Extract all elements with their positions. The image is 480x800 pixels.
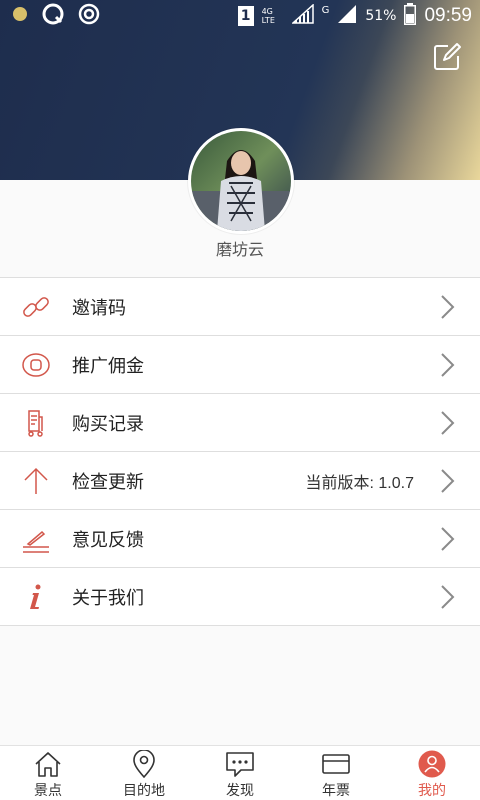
location-icon [133, 750, 155, 778]
chevron-right-icon [441, 295, 455, 319]
nav-tab-annual-pass[interactable]: 年票 [288, 746, 384, 800]
avatar[interactable] [188, 128, 294, 234]
menu-item-label: 邀请码 [72, 297, 126, 319]
feedback-icon [23, 530, 49, 553]
avatar-photo [191, 131, 291, 231]
nav-tab-mine[interactable]: 我的 [384, 746, 480, 800]
menu-item-purchase-history[interactable]: 购买记录 [0, 394, 480, 452]
status-bar: 1 4G LTE G 51% 09:59 [0, 0, 480, 32]
app-version-label: 当前版本: 1.0.7 [305, 474, 414, 492]
clock: 09:59 [424, 5, 472, 26]
user-icon [418, 750, 446, 778]
coin-icon [22, 353, 50, 377]
arrow-up-icon [24, 467, 48, 494]
info-icon [30, 584, 41, 609]
edit-profile-button[interactable] [432, 42, 462, 72]
chevron-right-icon [441, 527, 455, 551]
menu-item-check-update[interactable]: 检查更新 当前版本: 1.0.7 [0, 452, 480, 510]
menu-item-about-us[interactable]: 关于我们 [0, 568, 480, 626]
nav-tab-label: 发现 [226, 783, 254, 799]
nav-tab-label: 我的 [418, 783, 446, 799]
chevron-right-icon [441, 411, 455, 435]
nav-tab-label: 年票 [322, 783, 350, 799]
cart-icon [28, 410, 43, 437]
card-icon [322, 754, 350, 774]
notification-dot-icon [12, 6, 28, 26]
network-type-label: 4G LTE [261, 7, 275, 25]
profile-name: 磨坊云 [215, 240, 264, 259]
nav-tab-label: 景点 [34, 783, 62, 799]
sim-icon: 1 [237, 6, 254, 26]
menu-item-invite-code[interactable]: 邀请码 [0, 278, 480, 336]
nav-tab-label: 目的地 [123, 783, 165, 799]
network-g-label: G [321, 5, 330, 16]
menu-item-label: 意见反馈 [72, 529, 144, 551]
qq-icon [42, 3, 64, 29]
menu-item-label: 推广佣金 [72, 355, 144, 377]
signal-bars-icon [337, 4, 357, 28]
chevron-right-icon [441, 585, 455, 609]
battery-percent: 51% [365, 8, 397, 24]
menu-item-commission[interactable]: 推广佣金 [0, 336, 480, 394]
chevron-right-icon [441, 353, 455, 377]
menu-item-label: 关于我们 [72, 587, 144, 609]
chat-icon [226, 752, 254, 777]
chevron-right-icon [441, 469, 455, 493]
battery-icon [404, 3, 417, 29]
nav-tab-attractions[interactable]: 景点 [0, 746, 96, 800]
sync-icon [78, 3, 100, 29]
settings-menu: 邀请码 推广佣金 购买记录 检查更新 当前版本: 1.0.7 意见反馈 关于我们 [0, 277, 480, 626]
menu-item-label: 购买记录 [72, 413, 144, 435]
link-icon [23, 297, 49, 317]
menu-item-label: 检查更新 [72, 471, 144, 493]
nav-tab-discover[interactable]: 发现 [192, 746, 288, 800]
edit-icon [434, 43, 461, 70]
menu-item-feedback[interactable]: 意见反馈 [0, 510, 480, 568]
signal-strength-icon [290, 3, 314, 28]
home-icon [35, 752, 61, 777]
bottom-nav: 景点 目的地 发现 年票 我的 [0, 745, 480, 800]
nav-tab-destinations[interactable]: 目的地 [96, 746, 192, 800]
profile-screen: 1 4G LTE G 51% 09:59 磨坊云 邀请码 推广佣金 购买记录 检… [0, 0, 480, 800]
